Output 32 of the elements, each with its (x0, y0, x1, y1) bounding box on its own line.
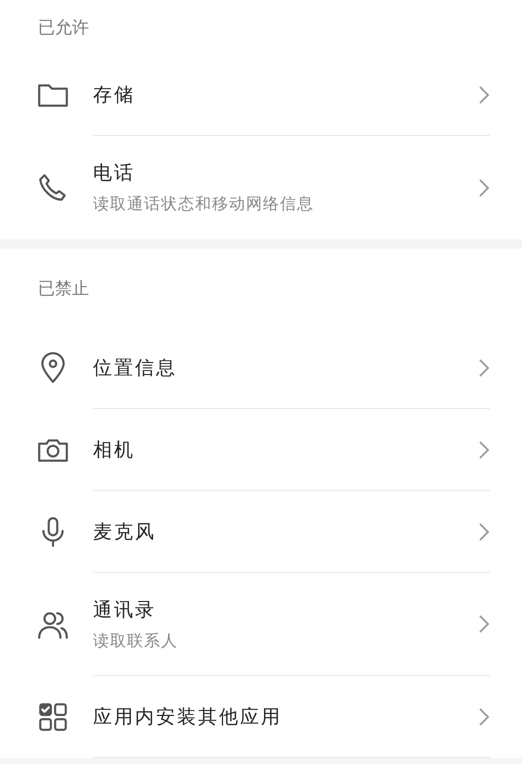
permission-label: 存储 (93, 82, 136, 108)
permission-label: 麦克风 (93, 520, 157, 544)
permission-item[interactable]: 麦克风 (0, 491, 522, 573)
permission-item[interactable]: 存储 (0, 54, 522, 136)
camera-icon (38, 439, 68, 462)
chevron-right-icon (478, 614, 490, 634)
chevron-right-icon (478, 84, 490, 104)
chevron-right-icon (478, 522, 490, 542)
section-header: 已禁止 (38, 278, 89, 300)
permission-label: 电话 (93, 161, 136, 186)
permission-description: 读取联系人 (93, 630, 179, 652)
chevron-right-icon (478, 440, 490, 460)
permission-label: 通讯录 (93, 598, 157, 622)
permission-item[interactable]: 通讯录 读取联系人 (0, 573, 522, 676)
chevron-right-icon (478, 358, 490, 378)
contacts-icon (38, 612, 68, 638)
permission-item[interactable]: 应用内安装其他应用 (0, 676, 522, 758)
apps-grid-icon (39, 703, 67, 731)
permission-item[interactable]: 相机 (0, 409, 522, 491)
section-header: 已允许 (38, 16, 89, 38)
permission-item[interactable]: 电话 读取通话状态和移动网络信息 (0, 136, 522, 239)
chevron-right-icon (478, 178, 490, 198)
permission-item[interactable]: 位置信息 (0, 327, 522, 409)
phone-icon (39, 174, 66, 200)
folder-icon (38, 84, 68, 107)
permission-label: 位置信息 (93, 356, 178, 380)
permission-label: 相机 (93, 438, 136, 462)
permission-description: 读取通话状态和移动网络信息 (93, 194, 315, 215)
microphone-icon (42, 517, 64, 547)
location-pin-icon (41, 352, 65, 383)
permission-label: 应用内安装其他应用 (93, 704, 283, 730)
chevron-right-icon (478, 706, 490, 726)
